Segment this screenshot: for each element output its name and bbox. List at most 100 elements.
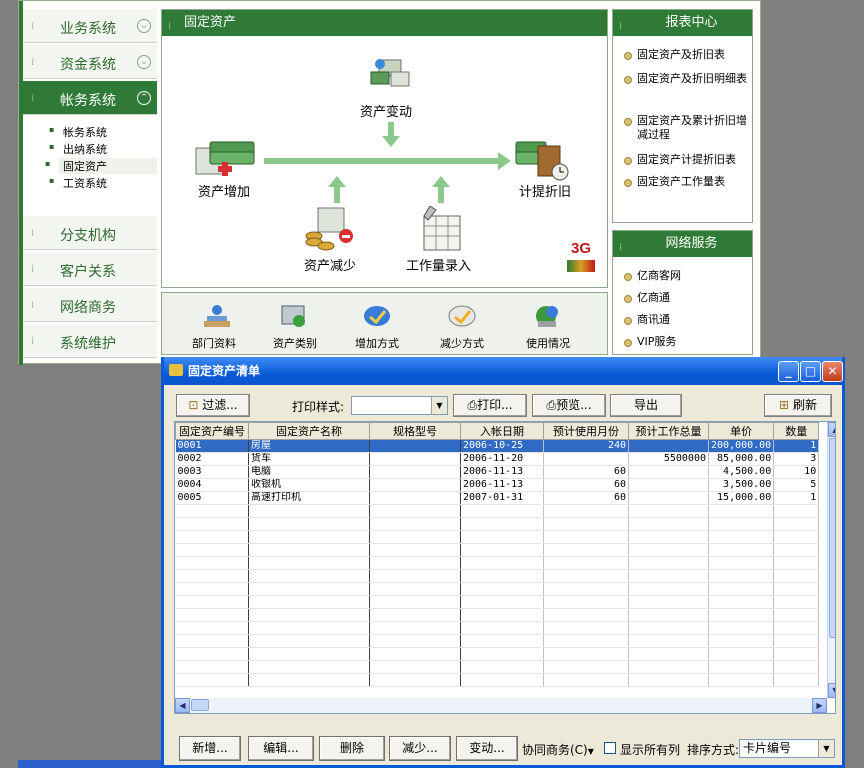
table-cell[interactable] bbox=[773, 556, 820, 570]
table-cell[interactable]: 收银机 bbox=[248, 478, 370, 492]
table-cell[interactable] bbox=[543, 543, 629, 557]
table-cell[interactable] bbox=[175, 595, 249, 609]
table-cell[interactable] bbox=[708, 660, 775, 674]
asset-increase-label[interactable]: 资产增加 bbox=[198, 181, 250, 200]
table-cell[interactable] bbox=[773, 504, 820, 518]
table-row[interactable] bbox=[175, 634, 820, 648]
table-row[interactable]: 0003 电脑 2006-11-13 60 4,500.00 10 bbox=[175, 465, 820, 479]
table-cell[interactable]: 60 bbox=[543, 491, 629, 505]
asset-decrease-icon[interactable] bbox=[304, 206, 358, 252]
depreciation-icon[interactable] bbox=[514, 136, 574, 182]
table-cell[interactable] bbox=[543, 660, 629, 674]
table-cell[interactable]: 2006-11-20 bbox=[460, 452, 544, 466]
table-cell[interactable]: 2006-11-13 bbox=[460, 478, 544, 492]
table-cell[interactable] bbox=[628, 491, 709, 505]
table-cell[interactable] bbox=[369, 465, 461, 479]
table-cell[interactable]: 1 bbox=[773, 439, 820, 453]
table-row[interactable] bbox=[175, 595, 820, 609]
shortcut-label[interactable]: 增加方式 bbox=[355, 335, 399, 351]
table-cell[interactable] bbox=[460, 530, 544, 544]
asset-increase-icon[interactable] bbox=[194, 138, 258, 178]
report-link[interactable]: 固定资产及累计折旧增减过程 bbox=[624, 114, 749, 142]
print-style-select[interactable]: ▼ bbox=[351, 396, 448, 415]
print-button[interactable]: ⎙打印... bbox=[453, 394, 527, 417]
table-row[interactable] bbox=[175, 504, 820, 518]
table-cell[interactable] bbox=[248, 543, 370, 557]
table-cell[interactable] bbox=[369, 504, 461, 518]
table-cell[interactable]: 240 bbox=[543, 439, 629, 453]
table-cell[interactable] bbox=[460, 517, 544, 531]
table-cell[interactable] bbox=[460, 621, 544, 635]
table-cell[interactable] bbox=[628, 595, 709, 609]
subnav-item-fixed-assets[interactable]: 固定资产 bbox=[45, 158, 157, 174]
table-cell[interactable]: 200,000.00 bbox=[708, 439, 775, 453]
table-cell[interactable] bbox=[708, 556, 775, 570]
table-cell[interactable] bbox=[369, 647, 461, 661]
table-cell[interactable] bbox=[369, 660, 461, 674]
table-row[interactable] bbox=[175, 530, 820, 544]
chevron-down-icon[interactable]: ⌄ bbox=[137, 19, 151, 33]
report-link[interactable]: 固定资产工作量表 bbox=[624, 175, 749, 189]
table-cell[interactable] bbox=[773, 608, 820, 622]
table-cell[interactable]: 60 bbox=[543, 478, 629, 492]
table-cell[interactable]: 85,000.00 bbox=[708, 452, 775, 466]
table-cell[interactable] bbox=[369, 478, 461, 492]
table-cell[interactable]: 0001 bbox=[175, 439, 249, 453]
edit-button[interactable]: 编辑... bbox=[248, 736, 314, 761]
table-row[interactable] bbox=[175, 582, 820, 596]
table-cell[interactable]: 高速打印机 bbox=[248, 491, 370, 505]
table-cell[interactable] bbox=[248, 569, 370, 583]
table-cell[interactable] bbox=[248, 556, 370, 570]
preview-button[interactable]: ⎙预览... bbox=[532, 394, 606, 417]
table-row[interactable]: 0001 房屋 2006-10-25 240 200,000.00 1 bbox=[175, 439, 820, 453]
table-cell[interactable] bbox=[628, 517, 709, 531]
nav-item-business[interactable]: ⁞ 业务系统 ⌄ bbox=[23, 9, 157, 43]
table-cell[interactable] bbox=[369, 634, 461, 648]
table-cell[interactable] bbox=[460, 504, 544, 518]
decrease-method-icon[interactable] bbox=[447, 303, 477, 329]
table-cell[interactable] bbox=[708, 530, 775, 544]
table-cell[interactable] bbox=[369, 608, 461, 622]
table-cell[interactable] bbox=[628, 647, 709, 661]
table-cell[interactable] bbox=[628, 582, 709, 596]
table-cell[interactable] bbox=[369, 595, 461, 609]
scroll-thumb[interactable] bbox=[829, 438, 835, 638]
table-cell[interactable] bbox=[369, 517, 461, 531]
maximize-icon[interactable]: □ bbox=[800, 361, 821, 382]
table-row[interactable] bbox=[175, 543, 820, 557]
table-cell[interactable] bbox=[708, 517, 775, 531]
table-cell[interactable] bbox=[543, 673, 629, 687]
table-cell[interactable]: 10 bbox=[773, 465, 820, 479]
collab-menu[interactable]: 协同商务(C)▼ bbox=[522, 741, 594, 758]
sort-select[interactable]: 卡片编号 ▼ bbox=[739, 739, 835, 758]
depreciation-label[interactable]: 计提折旧 bbox=[519, 181, 571, 200]
table-cell[interactable] bbox=[460, 660, 544, 674]
asset-change-icon[interactable] bbox=[367, 54, 413, 94]
table-cell[interactable] bbox=[369, 439, 461, 453]
table-cell[interactable] bbox=[628, 660, 709, 674]
table-cell[interactable] bbox=[628, 608, 709, 622]
dialog-titlebar[interactable]: 固定资产清单 _ □ ✕ bbox=[164, 357, 843, 385]
table-cell[interactable] bbox=[460, 543, 544, 557]
table-cell[interactable] bbox=[543, 569, 629, 583]
table-cell[interactable]: 4,500.00 bbox=[708, 465, 775, 479]
table-cell[interactable]: 0005 bbox=[175, 491, 249, 505]
table-cell[interactable] bbox=[708, 543, 775, 557]
table-cell[interactable] bbox=[628, 673, 709, 687]
table-cell[interactable] bbox=[773, 595, 820, 609]
table-cell[interactable]: 0002 bbox=[175, 452, 249, 466]
table-cell[interactable] bbox=[369, 491, 461, 505]
column-header[interactable]: 固定资产名称 bbox=[248, 422, 370, 440]
column-header[interactable]: 预计工作总量 bbox=[628, 422, 709, 440]
table-cell[interactable] bbox=[773, 530, 820, 544]
table-cell[interactable] bbox=[628, 439, 709, 453]
table-cell[interactable] bbox=[708, 673, 775, 687]
table-cell[interactable] bbox=[248, 673, 370, 687]
table-cell[interactable] bbox=[543, 556, 629, 570]
table-cell[interactable] bbox=[175, 504, 249, 518]
table-cell[interactable]: 60 bbox=[543, 465, 629, 479]
table-cell[interactable] bbox=[175, 569, 249, 583]
table-cell[interactable] bbox=[369, 530, 461, 544]
table-cell[interactable]: 2006-11-13 bbox=[460, 465, 544, 479]
report-link[interactable]: 固定资产计提折旧表 bbox=[624, 153, 749, 167]
